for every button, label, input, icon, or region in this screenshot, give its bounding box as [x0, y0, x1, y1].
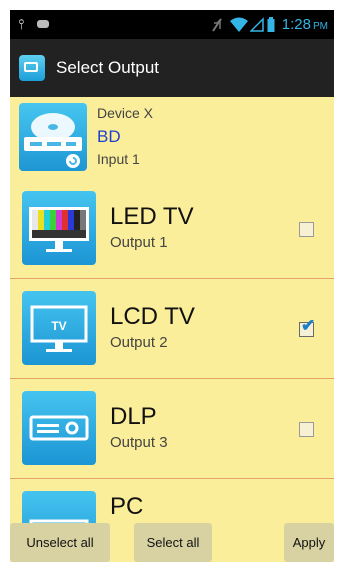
output-item-lcd-tv[interactable]: TV LCD TV Output 2 ✔ [10, 279, 334, 379]
checkmark-icon: ✔ [301, 316, 316, 335]
output-icon[interactable] [19, 55, 45, 81]
output-item-subtitle: Output 3 [110, 434, 168, 451]
unselect-all-button[interactable]: Unselect all [10, 523, 110, 562]
status-bar: ⫯ 1:28 PM [10, 10, 334, 39]
phone-screen: ⫯ 1:28 PM Select Output Device X BD Inpu… [10, 10, 334, 562]
source-device: Device X BD Input 1 [10, 97, 334, 179]
output-item-subtitle: Output 2 [110, 334, 168, 351]
source-device-type: BD [97, 127, 121, 146]
lcd-tv-icon: TV [22, 291, 96, 365]
battery-icon [267, 10, 275, 39]
output-item-subtitle: Output 1 [110, 234, 168, 251]
output-item-dlp[interactable]: DLP Output 3 [10, 379, 334, 479]
output-item-title: LCD TV [110, 303, 195, 330]
gamepad-icon [36, 10, 50, 39]
output-item-led-tv[interactable]: LED TV Output 1 [10, 179, 334, 279]
apply-button[interactable]: Apply [284, 523, 334, 562]
button-bar: Unselect all Select all Apply [10, 523, 334, 562]
status-time-ampm: PM [313, 21, 328, 32]
source-device-name: Device X [97, 105, 154, 121]
select-all-button[interactable]: Select all [134, 523, 212, 562]
status-time-value: 1:28 [281, 16, 311, 33]
svg-text:TV: TV [51, 319, 66, 333]
status-time: 1:28 PM [282, 10, 328, 39]
output-checkbox-dlp[interactable] [299, 422, 314, 437]
action-bar: Select Output [10, 39, 334, 97]
output-checkbox-led-tv[interactable] [299, 222, 314, 237]
output-item-title: LED TV [110, 203, 194, 230]
output-item-title: DLP [110, 403, 157, 430]
output-checkbox-lcd-tv[interactable]: ✔ [299, 317, 315, 337]
mute-icon [210, 10, 224, 39]
signal-icon [249, 10, 264, 39]
page-title: Select Output [56, 58, 160, 77]
usb-icon: ⫯ [18, 16, 25, 32]
projector-icon [22, 391, 96, 465]
wifi-icon [229, 10, 249, 39]
output-item-title: PC [110, 493, 144, 520]
led-tv-icon [22, 191, 96, 265]
bluray-player-icon [19, 103, 87, 171]
source-device-input: Input 1 [97, 151, 140, 167]
